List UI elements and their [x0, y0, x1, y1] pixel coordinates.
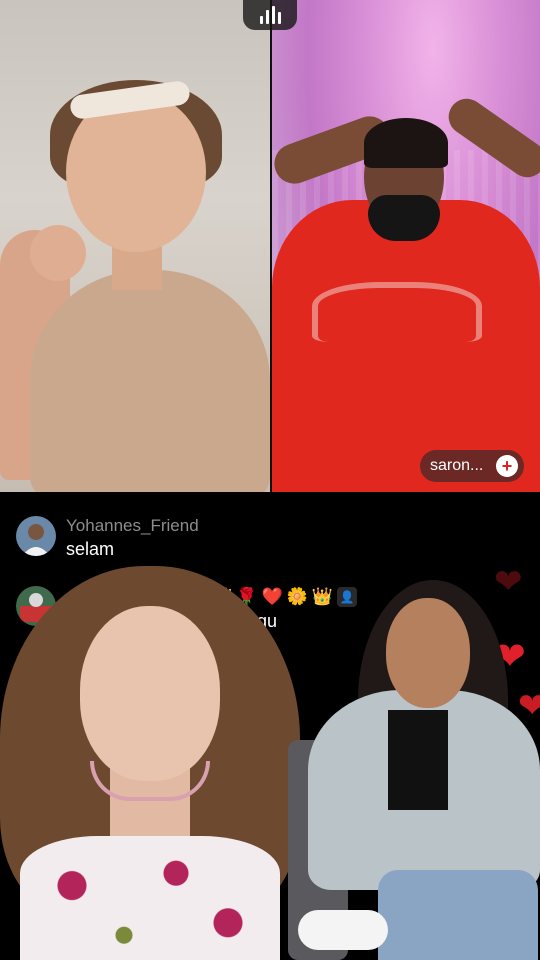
plus-circle-icon[interactable]: + [496, 455, 518, 477]
black-shirt [388, 710, 448, 810]
avatar[interactable] [16, 516, 56, 556]
face-mask [368, 195, 440, 241]
right-participant-video[interactable] [272, 0, 540, 492]
participant-name-chip[interactable]: saron... + [420, 450, 524, 482]
comment-item: Yohannes_Friend selam [16, 516, 199, 562]
right-hair [364, 118, 448, 168]
jeans [378, 870, 538, 960]
face [386, 598, 470, 708]
live-stage: saron... + [0, 0, 540, 492]
left-fist [30, 225, 86, 281]
left-body [30, 270, 270, 492]
comment-username[interactable]: Yohannes_Friend [66, 516, 199, 536]
right-body [272, 200, 540, 492]
overlay-woman-grey-coat [288, 580, 540, 960]
left-participant-video[interactable] [0, 0, 270, 492]
floral-top [20, 836, 280, 960]
comment-message: selam [66, 539, 115, 559]
participant-name: saron... [430, 457, 484, 474]
face [80, 606, 220, 781]
popcorn-hand [298, 910, 388, 950]
audio-indicator[interactable] [243, 0, 297, 30]
overlay-woman-curly-hair [0, 566, 310, 960]
shirt-print [312, 282, 482, 342]
audio-bars-icon [259, 6, 281, 24]
